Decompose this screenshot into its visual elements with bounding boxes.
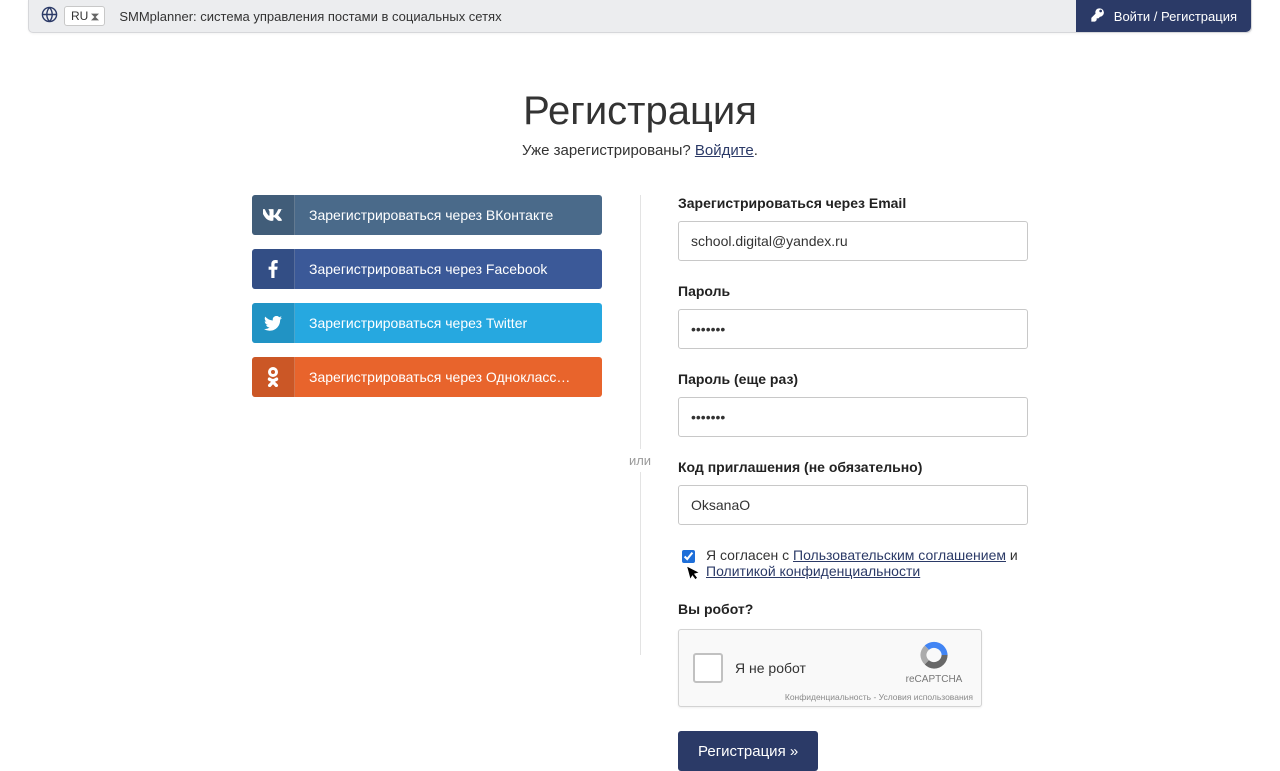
vk-label: Зарегистрироваться через ВКонтакте — [295, 207, 602, 223]
column-divider: или — [628, 195, 652, 655]
divider-label: или — [629, 449, 651, 472]
site-tagline: SMMplanner: система управления постами в… — [119, 9, 501, 24]
password-input[interactable] — [678, 309, 1028, 349]
top-bar: RU SMMplanner: система управления постам… — [28, 0, 1252, 33]
password2-label: Пароль (еще раз) — [678, 371, 1028, 387]
terms-link[interactable]: Пользовательским соглашением — [793, 547, 1006, 563]
register-tw-button[interactable]: Зарегистрироваться через Twitter — [252, 303, 602, 343]
email-input[interactable] — [678, 221, 1028, 261]
login-register-button[interactable]: Войти / Регистрация — [1076, 0, 1251, 32]
language-value: RU — [71, 9, 88, 23]
globe-icon — [41, 6, 58, 26]
register-fb-button[interactable]: Зарегистрироваться через Facebook — [252, 249, 602, 289]
already-text: Уже зарегистрированы? — [522, 142, 695, 159]
agreement-row: Я согласен с Пользовательским соглашение… — [678, 547, 1028, 579]
recaptcha-widget[interactable]: Я не робот reCAPTCHA Конфиденциальность … — [678, 629, 982, 707]
submit-label: Регистрация » — [698, 743, 798, 760]
captcha-footer: Конфиденциальность - Условия использован… — [785, 692, 973, 702]
key-icon — [1090, 7, 1106, 26]
facebook-icon — [252, 249, 295, 289]
cursor-icon — [687, 564, 703, 584]
page-title: Регистрация — [0, 89, 1280, 134]
fb-label: Зарегистрироваться через Facebook — [295, 261, 602, 277]
register-vk-button[interactable]: Зарегистрироваться через ВКонтакте — [252, 195, 602, 235]
login-register-label: Войти / Регистрация — [1114, 9, 1237, 24]
recaptcha-logo: reCAPTCHA — [897, 638, 971, 685]
password-label: Пароль — [678, 283, 1028, 299]
twitter-icon — [252, 303, 295, 343]
email-label: Зарегистрироваться через Email — [678, 195, 1028, 211]
invite-input[interactable] — [678, 485, 1028, 525]
captcha-label: Я не робот — [735, 660, 806, 676]
invite-label: Код приглашения (не обязательно) — [678, 459, 1028, 475]
social-register-column: Зарегистрироваться через ВКонтакте Зарег… — [252, 195, 602, 397]
ok-label: Зарегистрироваться через Однокласс… — [295, 369, 602, 385]
login-link[interactable]: Войдите — [695, 142, 754, 159]
privacy-link[interactable]: Политикой конфиденциальности — [706, 563, 920, 579]
password2-input[interactable] — [678, 397, 1028, 437]
agreement-checkbox[interactable] — [682, 549, 695, 564]
language-select[interactable]: RU — [64, 6, 105, 26]
recaptcha-checkbox[interactable] — [693, 653, 723, 683]
already-registered-line: Уже зарегистрированы? Войдите. — [0, 142, 1280, 159]
tw-label: Зарегистрироваться через Twitter — [295, 315, 602, 331]
register-submit-button[interactable]: Регистрация » — [678, 731, 818, 771]
email-register-column: Зарегистрироваться через Email Пароль Па… — [678, 195, 1028, 771]
register-ok-button[interactable]: Зарегистрироваться через Однокласс… — [252, 357, 602, 397]
vk-icon — [252, 195, 295, 235]
agreement-text: Я согласен с Пользовательским соглашение… — [706, 547, 1028, 579]
captcha-brand: reCAPTCHA — [897, 674, 971, 685]
robot-label: Вы робот? — [678, 601, 1028, 617]
odnoklassniki-icon — [252, 357, 295, 397]
